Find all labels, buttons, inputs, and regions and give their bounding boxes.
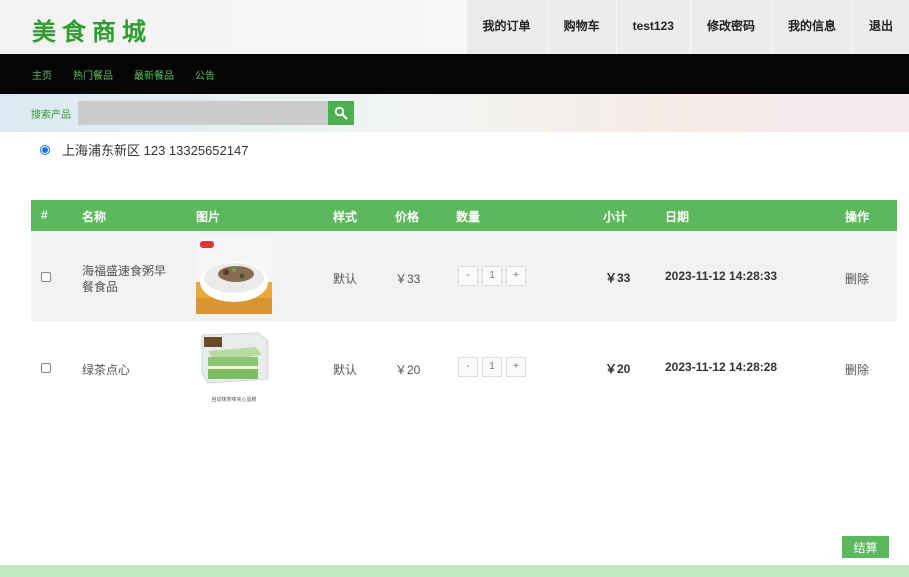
nav-username[interactable]: test123: [615, 0, 690, 54]
cake-image-caption: 自动抹茶味夹心蛋糕: [211, 397, 257, 403]
nav-logout[interactable]: 退出: [851, 0, 909, 54]
nav-newest[interactable]: 最新餐品: [134, 67, 174, 82]
delete-link[interactable]: 删除: [845, 270, 869, 287]
col-action: 操作: [845, 210, 870, 224]
table-row: 海福盛速食粥早餐食品 默认 ￥33 - 1 + ￥33 2023-11-12 1…: [31, 231, 897, 322]
search-button[interactable]: [328, 101, 354, 125]
nav-announcements[interactable]: 公告: [195, 67, 215, 82]
nav-home[interactable]: 主页: [32, 67, 52, 82]
qty-minus-button[interactable]: -: [458, 266, 478, 286]
table-header: # 名称 图片 样式 价格 数量 小计 日期 操作: [31, 200, 897, 231]
search-bar: 搜索产品: [0, 94, 909, 132]
address-option[interactable]: 上海浦东新区 123 13325652147: [40, 140, 248, 159]
top-header: 美食商城 我的订单 购物车 test123 修改密码 我的信息 退出: [0, 0, 909, 54]
qty-minus-button[interactable]: -: [458, 357, 478, 377]
green-tea-cake-image: 自动抹茶味夹心蛋糕: [196, 329, 272, 405]
address-radio[interactable]: [40, 144, 50, 155]
nav-cart[interactable]: 购物车: [546, 0, 616, 54]
col-price: 价格: [395, 210, 420, 224]
nav-my-info[interactable]: 我的信息: [770, 0, 852, 54]
nav-popular[interactable]: 热门餐品: [73, 67, 113, 82]
user-nav: 我的订单 购物车 test123 修改密码 我的信息 退出: [465, 0, 909, 54]
qty-plus-button[interactable]: +: [506, 266, 526, 286]
site-logo[interactable]: 美食商城: [32, 12, 152, 47]
address-text: 上海浦东新区 123 13325652147: [62, 143, 249, 158]
col-index: #: [41, 208, 48, 222]
product-date: 2023-11-12 14:28:28: [665, 360, 778, 374]
qty-input[interactable]: 1: [482, 357, 502, 377]
cake-package-icon: [196, 329, 272, 393]
product-price: ￥33: [395, 272, 421, 286]
product-style: 默认: [333, 272, 358, 286]
col-name: 名称: [82, 210, 107, 224]
congee-bowl-image: [196, 238, 272, 314]
product-date: 2023-11-12 14:28:33: [665, 269, 778, 283]
search-input[interactable]: [78, 101, 328, 125]
nav-my-orders[interactable]: 我的订单: [465, 0, 547, 54]
main-nav: 主页 热门餐品 最新餐品 公告: [0, 54, 909, 94]
product-style: 默认: [333, 363, 358, 377]
product-name[interactable]: 海福盛速食粥早餐食品: [82, 263, 177, 295]
quantity-stepper: - 1 +: [458, 266, 526, 286]
search-label: 搜索产品: [31, 110, 71, 121]
col-image: 图片: [196, 210, 221, 224]
search-icon: [334, 106, 348, 120]
qty-input[interactable]: 1: [482, 266, 502, 286]
col-date: 日期: [665, 210, 690, 224]
cart-table: # 名称 图片 样式 价格 数量 小计 日期 操作 海福盛速食粥早餐食品 默认 …: [31, 200, 897, 413]
quantity-stepper: - 1 +: [458, 357, 526, 377]
nav-change-password[interactable]: 修改密码: [689, 0, 771, 54]
table-row: 绿茶点心 自动抹茶味夹心蛋糕 默认 ￥20 - 1 + ￥20 2023-11-…: [31, 322, 897, 413]
product-subtotal: ￥33: [605, 271, 631, 285]
delete-link[interactable]: 删除: [845, 361, 869, 378]
qty-plus-button[interactable]: +: [506, 357, 526, 377]
col-qty: 数量: [456, 210, 481, 224]
product-price: ￥20: [395, 363, 421, 377]
col-subtotal: 小计: [603, 210, 628, 224]
col-style: 样式: [333, 210, 358, 224]
row-checkbox[interactable]: [41, 363, 51, 373]
product-subtotal: ￥20: [605, 362, 631, 376]
checkout-button[interactable]: 结算: [842, 536, 889, 558]
product-name[interactable]: 绿茶点心: [82, 361, 130, 378]
footer-bar: [0, 565, 909, 577]
row-checkbox[interactable]: [41, 272, 51, 282]
